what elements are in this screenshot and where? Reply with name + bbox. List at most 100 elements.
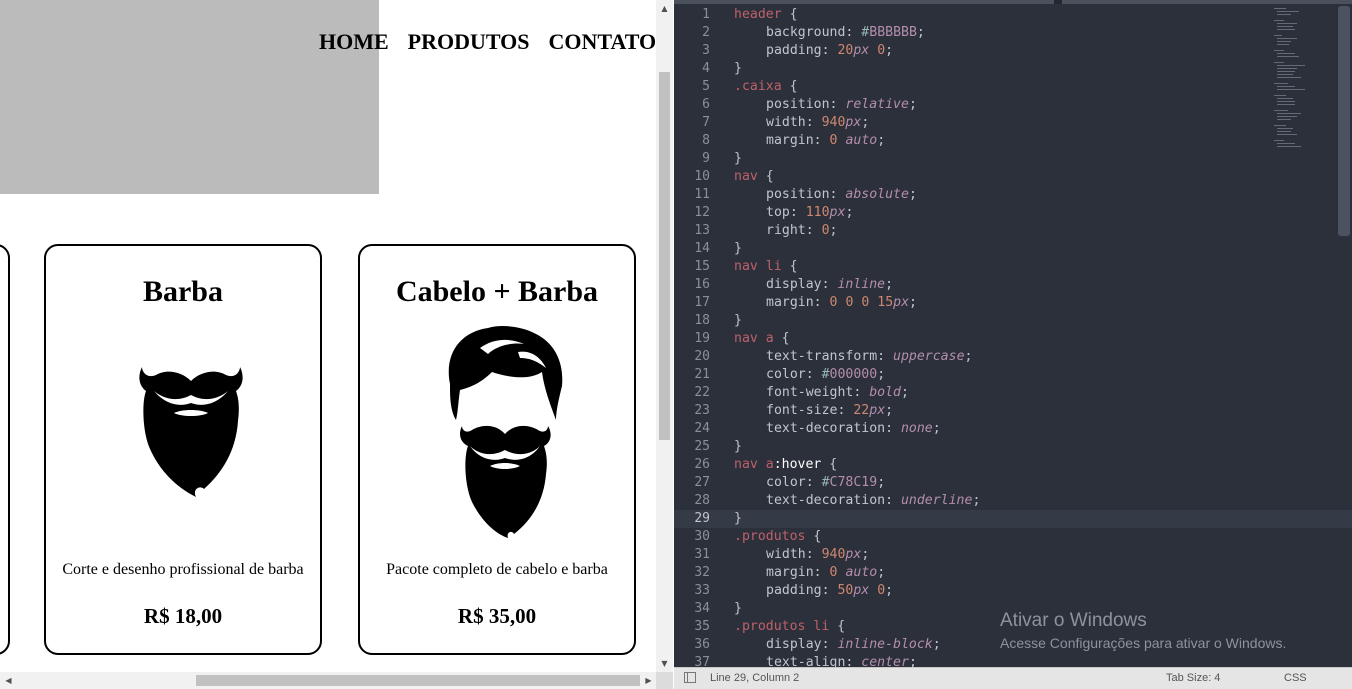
code-text: .produtos li { (734, 619, 846, 634)
editor-tab[interactable] (1062, 0, 1352, 4)
line-number: 11 (694, 187, 710, 202)
line-number: 16 (694, 277, 710, 292)
horizontal-scrollbar[interactable]: ◀ ▶ (0, 672, 657, 689)
code-text: .caixa { (734, 79, 798, 94)
product-title: Barba (142, 275, 223, 308)
code-line: 17 margin: 0 0 0 15px; (674, 294, 1352, 312)
code-text: nav a:hover { (734, 457, 838, 472)
code-text: .produtos { (734, 529, 822, 544)
code-text: margin: 0 auto; (766, 133, 886, 148)
editor-tab[interactable] (674, 0, 1054, 4)
watermark-title: Ativar o Windows (1000, 610, 1147, 631)
code-text: nav li { (734, 259, 798, 274)
nav-item-home: Home (319, 29, 389, 54)
line-number: 34 (694, 601, 710, 616)
nav-item-contato: Contato (549, 29, 657, 54)
code-text: position: absolute; (766, 187, 917, 202)
code-line: 28 text-decoration: underline; (674, 492, 1352, 510)
code-text: font-weight: bold; (766, 385, 909, 400)
code-line: 21 color: #000000; (674, 366, 1352, 384)
code-text: padding: 50px 0; (766, 583, 894, 598)
horizontal-scroll-thumb[interactable] (196, 675, 640, 686)
scrollbar-corner (656, 672, 673, 689)
scroll-down-icon[interactable]: ▼ (656, 655, 673, 672)
code-text: position: relative; (766, 97, 917, 112)
code-text: } (734, 151, 742, 166)
hair-beard-icon (448, 326, 563, 538)
code-text: color: #000000; (766, 367, 886, 382)
code-text: text-decoration: underline; (766, 493, 981, 508)
code-line: 6 position: relative; (674, 96, 1352, 114)
line-number: 19 (694, 331, 710, 346)
code-text: text-align: center; (766, 655, 917, 667)
line-number: 33 (694, 583, 710, 598)
line-number: 28 (694, 493, 710, 508)
code-text: margin: 0 auto; (766, 565, 886, 580)
nav-item-produtos: Produtos (408, 29, 530, 54)
line-number: 24 (694, 421, 710, 436)
line-number: 30 (694, 529, 710, 544)
code-text: width: 940px; (766, 115, 870, 130)
code-line: 8 margin: 0 auto; (674, 132, 1352, 150)
code-line: 4} (674, 60, 1352, 78)
code-line: 16 display: inline; (674, 276, 1352, 294)
scroll-left-icon[interactable]: ◀ (0, 672, 17, 689)
editor-status-bar: Line 29, Column 2 Tab Size: 4 CSS (674, 667, 1352, 689)
line-number: 36 (694, 637, 710, 652)
code-line: 2 background: #BBBBBB; (674, 24, 1352, 42)
editor-scrollbar[interactable] (1338, 6, 1350, 236)
browser-viewport: Home Produtos Contato Barba Corte e dese… (0, 0, 674, 689)
code-text: } (734, 241, 742, 256)
code-text: header { (734, 7, 798, 22)
code-text: nav { (734, 169, 774, 184)
code-line: 14} (674, 240, 1352, 258)
line-number: 4 (702, 61, 710, 76)
code-line: 32 margin: 0 auto; (674, 564, 1352, 582)
line-number: 2 (702, 25, 710, 40)
product-card-offscreen (0, 244, 10, 655)
line-number: 5 (702, 79, 710, 94)
nav-link-home[interactable]: Home (319, 29, 389, 54)
vertical-scroll-thumb[interactable] (659, 72, 670, 440)
code-line-current: 29} (674, 510, 1352, 528)
code-line: 12 top: 110px; (674, 204, 1352, 222)
code-text: right: 0; (766, 223, 838, 238)
panel-toggle-icon[interactable] (684, 672, 696, 683)
line-number: 7 (702, 115, 710, 130)
code-line: 27 color: #C78C19; (674, 474, 1352, 492)
product-title: Cabelo + Barba (395, 275, 599, 308)
tab-size-selector[interactable]: Tab Size: 4 (1166, 672, 1220, 684)
code-text: display: inline-block; (766, 637, 941, 652)
code-line: 11 position: absolute; (674, 186, 1352, 204)
code-minimap[interactable] (1274, 6, 1314, 156)
code-line: 19 nav a { (674, 330, 1352, 348)
code-editor[interactable]: 1 header { 2 background: #BBBBBB; 3 padding… (674, 0, 1352, 667)
code-text: font-size: 22px; (766, 403, 894, 418)
line-number: 17 (694, 295, 710, 310)
line-number: 31 (694, 547, 710, 562)
nav-link-contato[interactable]: Contato (549, 29, 657, 54)
product-price: R$ 35,00 (457, 604, 537, 628)
line-number: 18 (694, 313, 710, 328)
code-line: 25} (674, 438, 1352, 456)
line-number: 14 (694, 241, 710, 256)
code-line: 7 width: 940px; (674, 114, 1352, 132)
line-number: 12 (694, 205, 710, 220)
code-text: text-decoration: none; (766, 421, 941, 436)
line-number: 35 (694, 619, 710, 634)
code-line: 20 text-transform: uppercase; (674, 348, 1352, 366)
code-text: top: 110px; (766, 205, 854, 220)
vertical-scrollbar[interactable]: ▲ ▼ (656, 0, 673, 672)
line-number: 13 (694, 223, 710, 238)
scroll-right-icon[interactable]: ▶ (640, 672, 657, 689)
code-line: 23 font-size: 22px; (674, 402, 1352, 420)
line-number: 26 (694, 457, 710, 472)
syntax-selector[interactable]: CSS (1284, 672, 1307, 684)
product-price: R$ 18,00 (143, 604, 223, 628)
nav-link-produtos[interactable]: Produtos (408, 29, 530, 54)
line-number: 15 (694, 259, 710, 274)
scroll-up-icon[interactable]: ▲ (656, 0, 673, 17)
editor-tab-strip (674, 0, 1352, 4)
code-line: 24 text-decoration: none; (674, 420, 1352, 438)
code-text: } (734, 61, 742, 76)
